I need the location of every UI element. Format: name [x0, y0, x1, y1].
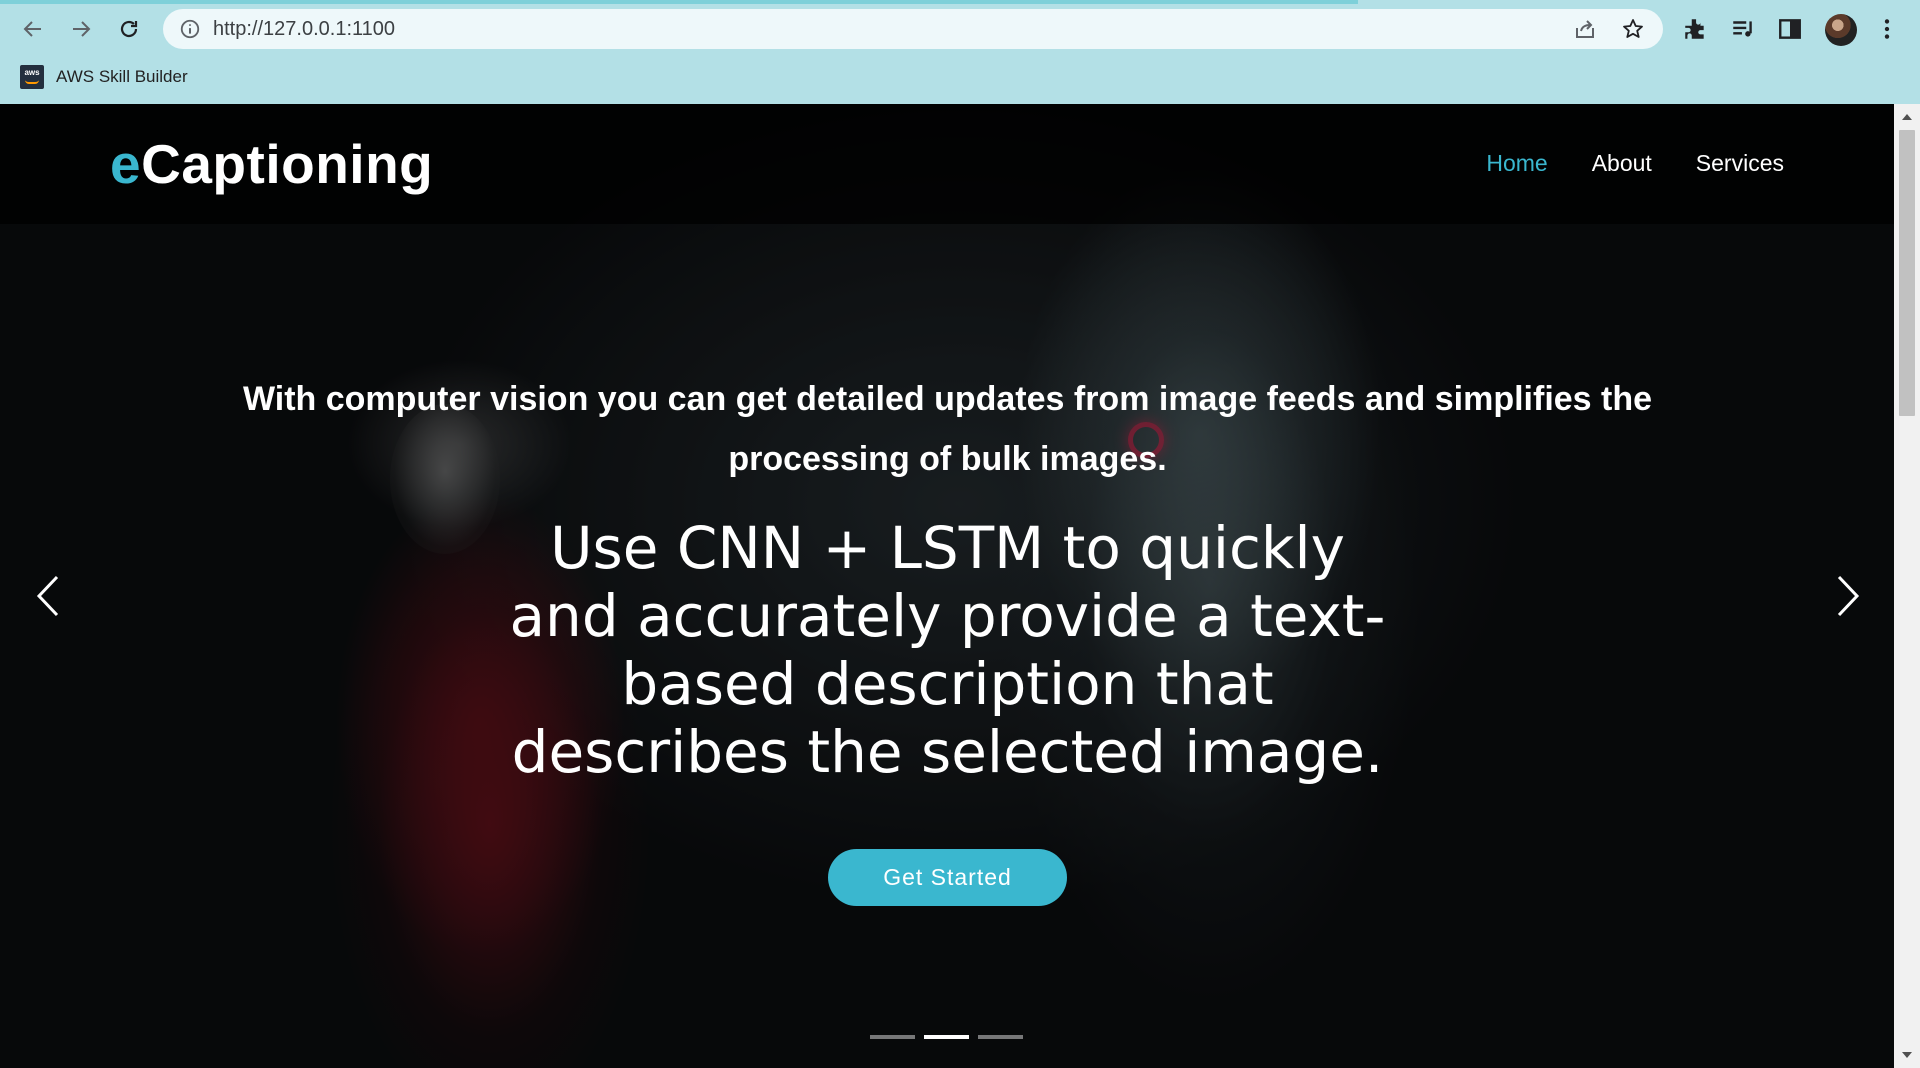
back-icon — [23, 21, 41, 37]
aws-favicon-icon: aws — [20, 65, 44, 89]
scrollbar-thumb[interactable] — [1899, 130, 1915, 416]
main-nav: Home About Services — [1486, 150, 1784, 177]
scroll-down-icon[interactable] — [1900, 1048, 1914, 1062]
back-button[interactable] — [16, 12, 50, 46]
get-started-button[interactable]: Get Started — [828, 849, 1067, 906]
bookmark-aws-skill-builder[interactable]: aws AWS Skill Builder — [20, 64, 188, 90]
info-icon[interactable] — [179, 18, 201, 40]
avatar[interactable] — [1825, 14, 1857, 46]
chevron-right-icon — [1837, 575, 1860, 617]
extensions-icon[interactable] — [1682, 16, 1708, 42]
carousel-indicator-2[interactable] — [924, 1035, 969, 1039]
reload-button[interactable] — [112, 12, 146, 46]
browser-chrome: http://127.0.0.1:1100 aws AWS Skill Buil… — [0, 0, 1920, 104]
logo-accent: e — [110, 133, 142, 195]
reading-list-icon[interactable] — [1730, 16, 1756, 42]
chevron-left-icon — [36, 575, 59, 617]
bookmarks-bar: aws AWS Skill Builder — [0, 58, 1920, 94]
hero-tagline: With computer vision you can get detaile… — [242, 380, 1653, 478]
scroll-up-icon[interactable] — [1900, 110, 1914, 124]
nav-home[interactable]: Home — [1486, 150, 1547, 177]
browser-toolbar: http://127.0.0.1:1100 — [0, 4, 1920, 52]
carousel-prev-button[interactable] — [26, 564, 70, 628]
page-viewport: eCaptioning Home About Services With com… — [0, 104, 1894, 1068]
forward-button[interactable] — [64, 12, 98, 46]
nav-about[interactable]: About — [1592, 150, 1652, 177]
side-panel-icon[interactable] — [1777, 16, 1803, 42]
carousel-indicator-3[interactable] — [978, 1035, 1023, 1039]
carousel-indicators — [870, 1035, 1023, 1039]
page-scrollbar[interactable] — [1894, 104, 1920, 1068]
reload-icon — [120, 20, 138, 38]
nav-services[interactable]: Services — [1696, 150, 1784, 177]
bookmark-label: AWS Skill Builder — [56, 67, 188, 86]
url-text[interactable]: http://127.0.0.1:1100 — [213, 18, 395, 41]
site-header: eCaptioning Home About Services — [0, 104, 1894, 224]
share-icon[interactable] — [1573, 17, 1597, 41]
menu-icon[interactable] — [1874, 16, 1900, 42]
carousel-indicator-1[interactable] — [870, 1035, 915, 1039]
forward-icon — [73, 21, 91, 37]
site-logo[interactable]: eCaptioning — [110, 132, 433, 196]
hero-heading: Use CNN + LSTM to quickly and accurately… — [509, 514, 1386, 786]
logo-text: Captioning — [141, 133, 434, 195]
carousel-next-button[interactable] — [1826, 564, 1870, 628]
star-icon[interactable] — [1621, 17, 1645, 41]
address-bar[interactable]: http://127.0.0.1:1100 — [163, 9, 1663, 49]
